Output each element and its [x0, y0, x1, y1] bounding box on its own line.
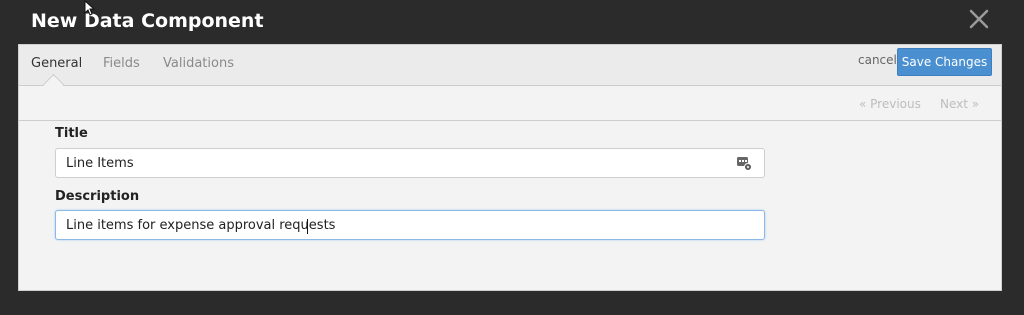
mouse-pointer-icon [84, 0, 96, 16]
description-label: Description [55, 189, 140, 204]
tab-validations[interactable]: Validations [163, 56, 234, 71]
save-changes-button[interactable]: Save Changes [897, 48, 992, 76]
variable-picker-icon[interactable] [736, 155, 752, 171]
tab-general[interactable]: General [31, 56, 82, 71]
tab-fields[interactable]: Fields [103, 56, 140, 71]
description-field[interactable] [55, 210, 765, 240]
dialog-panel: General Fields Validations cancel Save C… [18, 44, 1002, 291]
pager-bar: « Previous Next » [19, 86, 1001, 121]
title-field[interactable] [55, 148, 765, 178]
cancel-link[interactable]: cancel [858, 53, 897, 67]
tab-bar: General Fields Validations cancel Save C… [19, 45, 1001, 96]
text-caret [307, 219, 308, 234]
dialog-title: New Data Component [31, 10, 264, 32]
next-link[interactable]: Next » [940, 97, 979, 111]
close-icon[interactable] [966, 6, 992, 32]
title-label: Title [55, 126, 88, 141]
title-input[interactable] [66, 149, 726, 177]
previous-link[interactable]: « Previous [859, 97, 921, 111]
description-input[interactable] [66, 211, 726, 239]
